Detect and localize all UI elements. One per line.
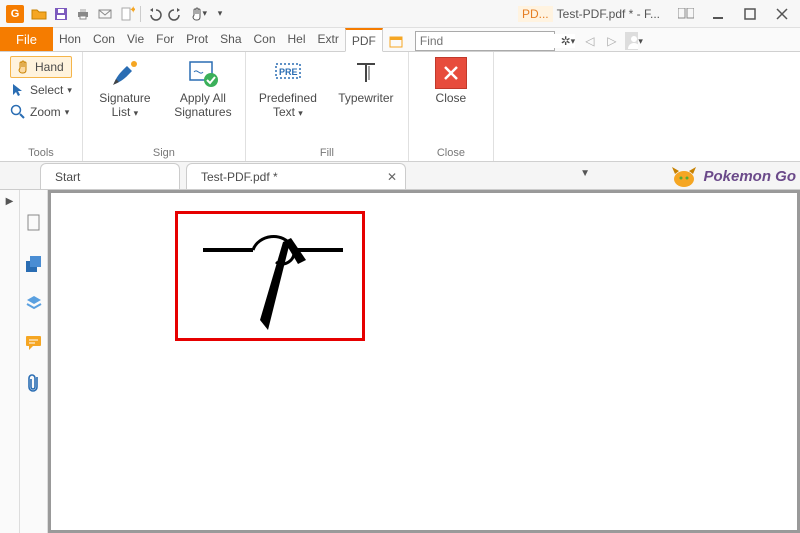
- group-sign-label: Sign: [93, 147, 235, 159]
- signature-pen-icon: [108, 56, 142, 90]
- user-avatar-icon[interactable]: ▾: [625, 32, 643, 50]
- group-tools-label: Tools: [10, 147, 72, 159]
- save-icon[interactable]: [52, 5, 70, 23]
- undo-icon[interactable]: [145, 5, 163, 23]
- maximize-button[interactable]: [738, 4, 762, 24]
- promo-text: Pokemon Go: [703, 168, 796, 185]
- ribbon-tab-view[interactable]: Vie: [121, 27, 150, 51]
- doc-tab-start-label: Start: [55, 170, 80, 184]
- titlebar: G ✦ ▾ ▾ PD... Test-PDF.pdf * - F...: [0, 0, 800, 28]
- layers-panel-icon[interactable]: [25, 294, 43, 312]
- minimize-button[interactable]: [706, 4, 730, 24]
- ribbon-body: Hand Select▾ Zoom▾ Tools Signature List …: [0, 52, 800, 162]
- signature-list-button[interactable]: Signature List ▾: [93, 56, 157, 120]
- title-doc-badge: PD...: [518, 6, 553, 22]
- new-doc-icon[interactable]: ✦: [118, 5, 136, 23]
- bookmarks-panel-icon[interactable]: [25, 254, 43, 272]
- promo-mascot-icon: [669, 164, 699, 188]
- apply-signatures-icon: [186, 56, 220, 90]
- select-icon: [10, 82, 26, 98]
- file-menu-tab[interactable]: File: [0, 27, 53, 51]
- group-sign: Signature List ▾ Apply All Signatures Si…: [83, 52, 246, 161]
- tabs-home-icon[interactable]: [387, 33, 405, 51]
- ribbon-tab-help[interactable]: Hel: [282, 27, 312, 51]
- find-prev-icon[interactable]: ◁: [581, 32, 599, 50]
- ribbon-tab-form[interactable]: For: [150, 27, 180, 51]
- attachments-panel-icon[interactable]: [25, 374, 43, 392]
- close-x-icon: [435, 57, 467, 89]
- typewriter-icon: [349, 56, 383, 90]
- find-area: ✲▾ ◁ ▷ ▾: [415, 31, 643, 51]
- doc-tab-close-icon[interactable]: ✕: [387, 170, 397, 184]
- find-settings-icon[interactable]: ✲▾: [559, 32, 577, 50]
- ribbon-tab-pdf-sign[interactable]: PDF: [345, 28, 383, 52]
- group-fill-label: Fill: [256, 147, 398, 159]
- hand-icon: [15, 59, 31, 75]
- predefined-text-icon: PRE: [271, 56, 305, 90]
- doc-tab-start[interactable]: Start: [40, 163, 180, 189]
- ribbon-tab-protect[interactable]: Prot: [180, 27, 214, 51]
- signature-glyph-icon: [198, 220, 348, 338]
- app-corner-icon[interactable]: G: [6, 5, 24, 23]
- doc-tab-file[interactable]: Test-PDF.pdf * ✕: [186, 163, 406, 189]
- zoom-label: Zoom: [30, 105, 61, 119]
- typewriter-button[interactable]: Typewriter: [334, 56, 398, 106]
- pages-panel-icon[interactable]: [25, 214, 43, 232]
- group-close: Close Close: [409, 52, 494, 161]
- find-box[interactable]: [415, 31, 555, 51]
- close-tab-button[interactable]: Close: [419, 56, 483, 106]
- find-next-icon[interactable]: ▷: [603, 32, 621, 50]
- svg-text:✦: ✦: [129, 6, 135, 16]
- select-label: Select: [30, 83, 63, 97]
- window-title: Test-PDF.pdf * - F...: [557, 7, 660, 21]
- ribbon-tab-extras[interactable]: Extr: [312, 27, 345, 51]
- zoom-icon: [10, 104, 26, 120]
- open-icon[interactable]: [30, 5, 48, 23]
- group-tools: Hand Select▾ Zoom▾ Tools: [0, 52, 83, 161]
- group-close-label: Close: [419, 147, 483, 159]
- title-documents: PD... Test-PDF.pdf * - F...: [518, 6, 660, 22]
- ribbon-tab-share[interactable]: Sha: [214, 27, 247, 51]
- doc-tabs-dropdown-icon[interactable]: ▼: [580, 168, 590, 179]
- close-window-button[interactable]: [770, 4, 794, 24]
- redo-icon[interactable]: [167, 5, 185, 23]
- quick-access-toolbar: ✦ ▾ ▾: [30, 5, 229, 23]
- gutter-collapse[interactable]: ▶: [0, 190, 20, 533]
- apply-all-signatures-button[interactable]: Apply All Signatures: [171, 56, 235, 120]
- promo-banner[interactable]: Pokemon Go: [669, 164, 796, 188]
- comments-panel-icon[interactable]: [25, 334, 43, 352]
- dual-window-icon[interactable]: [674, 4, 698, 24]
- print-icon[interactable]: [74, 5, 92, 23]
- work-area: ▶: [0, 190, 800, 533]
- svg-text:PRE: PRE: [279, 67, 298, 77]
- group-fill: PRE Predefined Text ▾ Typewriter Fill: [246, 52, 409, 161]
- hand-cursor-icon[interactable]: ▾: [189, 5, 207, 23]
- ribbon-tab-strip: File Hon Con Vie For Prot Sha Con Hel Ex…: [0, 28, 800, 52]
- select-tool[interactable]: Select▾: [10, 80, 72, 100]
- hand-label: Hand: [35, 60, 64, 74]
- pdf-page: [50, 192, 798, 531]
- window-controls: [674, 4, 794, 24]
- hand-tool[interactable]: Hand: [10, 56, 72, 78]
- signature-annotation-box[interactable]: [175, 211, 365, 341]
- document-canvas[interactable]: [48, 190, 800, 533]
- qat-more-icon[interactable]: ▾: [211, 5, 229, 23]
- email-icon[interactable]: [96, 5, 114, 23]
- ribbon-tab-convert[interactable]: Con: [87, 27, 121, 51]
- predefined-text-button[interactable]: PRE Predefined Text ▾: [256, 56, 320, 120]
- navigation-panel: [20, 190, 48, 533]
- doc-tab-file-label: Test-PDF.pdf *: [201, 170, 278, 184]
- ribbon-tab-home[interactable]: Hon: [53, 27, 87, 51]
- zoom-tool[interactable]: Zoom▾: [10, 102, 72, 122]
- ribbon-tab-connect[interactable]: Con: [248, 27, 282, 51]
- document-tab-strip: Start Test-PDF.pdf * ✕ ▼ Pokemon Go: [0, 162, 800, 190]
- find-input[interactable]: [420, 34, 575, 48]
